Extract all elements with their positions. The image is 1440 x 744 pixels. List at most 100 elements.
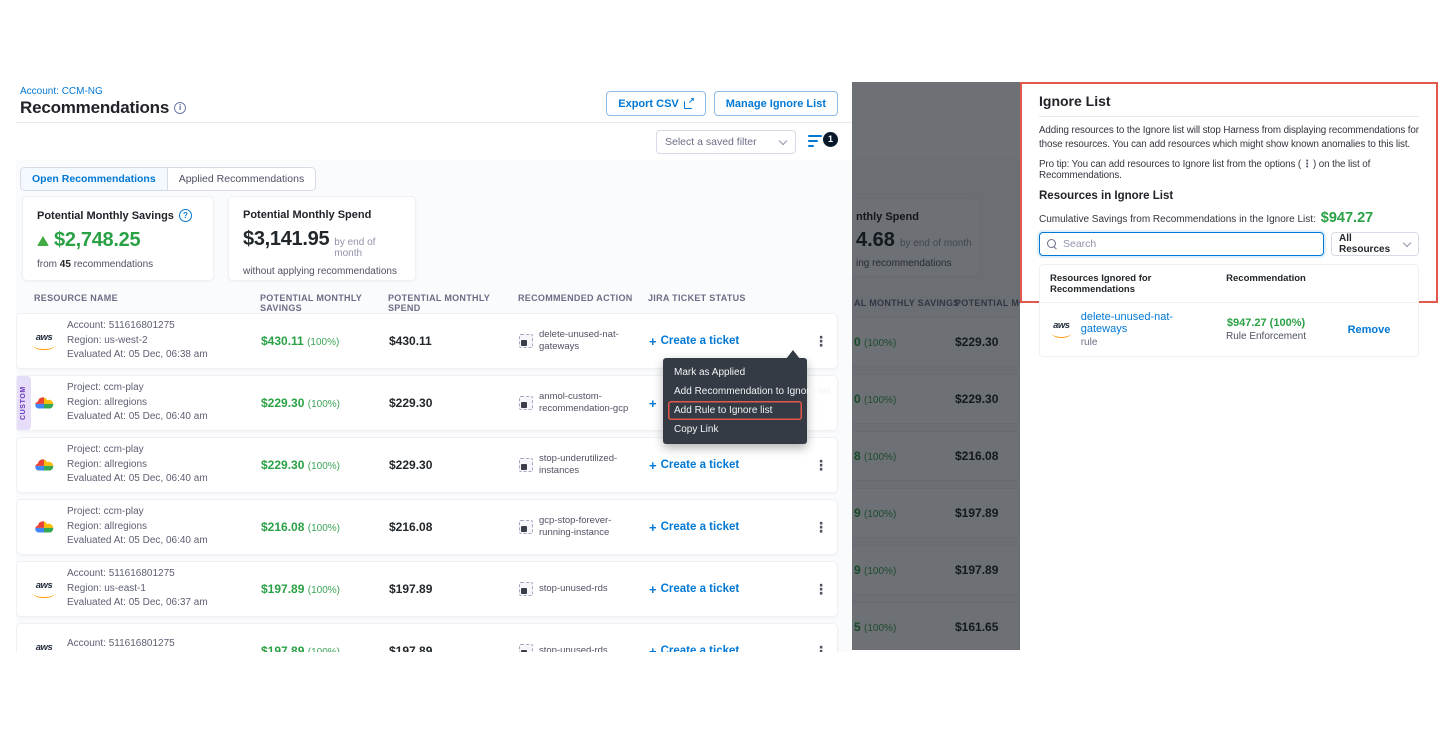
aws-icon: aws	[31, 643, 57, 653]
manage-ignore-label: Manage Ignore List	[726, 98, 826, 110]
col-jira-ticket-status: JIRA TICKET STATUS	[648, 293, 798, 313]
cumulative-savings-label: Cumulative Savings from Recommendations …	[1039, 214, 1316, 225]
row-menu-button[interactable]: ⋮	[799, 519, 843, 536]
col-potential-monthly-savings: POTENTIAL MONTHLY SAVINGS	[260, 293, 388, 313]
table-row[interactable]: aws Account: 511616801275 Region: us-wes…	[16, 623, 838, 652]
rule-icon	[519, 582, 533, 596]
rule-icon	[519, 334, 533, 348]
manage-ignore-list-button[interactable]: Manage Ignore List	[714, 91, 838, 116]
menu-item-copy-link[interactable]: Copy Link	[668, 420, 802, 439]
page-title: Recommendations	[20, 98, 169, 118]
create-ticket-link[interactable]: +Create a ticket	[649, 644, 799, 653]
resource-filter-select[interactable]: All Resources	[1331, 232, 1419, 256]
chevron-down-icon	[779, 138, 787, 146]
filter-lines-icon	[808, 135, 822, 137]
help-icon[interactable]: ?	[179, 209, 192, 222]
create-ticket-link[interactable]: +Create a ticket	[649, 520, 799, 535]
row-menu-button[interactable]: ⋮	[799, 333, 843, 350]
recommended-action: delete-unused-nat-gateways	[539, 329, 639, 353]
create-ticket-link[interactable]: +Create a ticket	[649, 458, 799, 473]
potential-monthly-spend-card: Potential Monthly Spend $3,141.95 by end…	[228, 196, 416, 281]
plus-icon: +	[649, 582, 657, 597]
savings-value: $229.30 (100%)	[261, 458, 389, 472]
rule-icon	[519, 644, 533, 652]
table-row[interactable]: Project: ccm-play Region: allregions Eva…	[16, 499, 838, 555]
recommended-action: stop-underutilized-instances	[539, 453, 639, 477]
cumulative-savings-value: $947.27	[1321, 210, 1373, 226]
row-menu-button[interactable]: ⋮	[799, 581, 843, 598]
spend-subtitle: without applying recommendations	[243, 266, 401, 277]
tab-open-recommendations[interactable]: Open Recommendations	[21, 168, 168, 190]
savings-value: $430.11 (100%)	[261, 334, 389, 348]
col-recommended-action: RECOMMENDED ACTION	[518, 293, 648, 313]
resource-details: Project: ccm-play Region: allregions Eva…	[67, 443, 208, 487]
context-menu-arrow	[786, 350, 800, 359]
col-resource-name: RESOURCE NAME	[20, 293, 260, 313]
ignore-list-panel: Ignore List Adding resources to the Igno…	[1020, 82, 1438, 303]
create-ticket-link[interactable]: +Create a ticket	[649, 582, 799, 597]
menu-item-add-recommendation-to-ignore-list[interactable]: Add Recommendation to Ignore list	[668, 382, 802, 401]
rule-icon	[519, 396, 533, 410]
col-recommendation: Recommendation	[1202, 273, 1330, 295]
table-row[interactable]: Project: ccm-play Region: allregions Eva…	[16, 437, 838, 493]
menu-item-mark-as-applied[interactable]: Mark as Applied	[668, 363, 802, 382]
row-menu-button[interactable]: ⋮	[799, 457, 843, 474]
savings-value: $197.89 (100%)	[261, 582, 389, 596]
resource-filter-value: All Resources	[1339, 233, 1403, 255]
row-menu-button[interactable]: ⋮	[799, 643, 843, 653]
recommended-action: stop-unused-rds	[539, 645, 608, 652]
filter-count-badge: 1	[823, 132, 838, 147]
modal-backdrop[interactable]	[852, 82, 1020, 650]
savings-subtitle: from 45 recommendations	[37, 259, 199, 270]
export-csv-label: Export CSV	[618, 98, 679, 110]
col-resources-ignored: Resources Ignored for Recommendations	[1050, 273, 1202, 295]
savings-value: $197.89 (100%)	[261, 644, 389, 652]
ignore-list-search[interactable]	[1039, 232, 1324, 256]
gcp-icon	[34, 396, 54, 411]
plus-icon: +	[649, 334, 657, 349]
search-icon	[1047, 239, 1058, 250]
ignored-resource-link[interactable]: delete-unused-nat-gateways	[1081, 311, 1202, 335]
panel-title: Ignore List	[1039, 93, 1419, 109]
aws-icon: aws	[31, 581, 57, 598]
info-icon[interactable]: i	[174, 102, 186, 114]
savings-value: $229.30 (100%)	[261, 396, 389, 410]
savings-card-title: Potential Monthly Savings	[37, 210, 174, 222]
table-row[interactable]: aws Account: 511616801275 Region: us-eas…	[16, 561, 838, 617]
chevron-down-icon	[1403, 240, 1411, 248]
ignored-savings-value: $947.27 (100%)	[1202, 317, 1330, 329]
recommended-action: stop-unused-rds	[539, 583, 608, 595]
spend-value: $229.30	[389, 458, 519, 472]
tab-applied-recommendations[interactable]: Applied Recommendations	[168, 168, 316, 190]
aws-icon: aws	[31, 333, 57, 350]
ignore-list-row: aws delete-unused-nat-gateways rule $947…	[1040, 303, 1418, 356]
ignore-list-table: Resources Ignored for Recommendations Re…	[1039, 264, 1419, 357]
external-link-icon	[684, 99, 694, 109]
create-ticket-link[interactable]: +Create a ticket	[649, 334, 799, 349]
spend-value: $216.08	[389, 520, 519, 534]
saved-filter-select[interactable]: Select a saved filter	[656, 130, 796, 154]
plus-icon: +	[649, 458, 657, 473]
resource-details: Account: 511616801275 Region: us-west-2 …	[67, 319, 208, 363]
filter-panel-button[interactable]: 1	[808, 132, 838, 152]
plus-icon: +	[649, 520, 657, 535]
spend-amount-suffix: by end of month	[334, 237, 401, 259]
export-csv-button[interactable]: Export CSV	[606, 91, 706, 116]
gcp-icon	[34, 520, 54, 535]
menu-item-add-rule-to-ignore-list[interactable]: Add Rule to Ignore list	[668, 401, 802, 420]
search-input[interactable]	[1063, 238, 1316, 250]
recommendations-tabs: Open Recommendations Applied Recommendat…	[20, 167, 316, 191]
rule-icon	[519, 458, 533, 472]
pro-tip: Pro tip: You can add resources to Ignore…	[1039, 159, 1419, 181]
spend-value: $197.89	[389, 582, 519, 596]
potential-monthly-savings-card: Potential Monthly Savings ? $2,748.25 fr…	[22, 196, 214, 281]
recommendations-page: Account: CCM-NG Recommendations i Export…	[16, 85, 852, 652]
spend-value: $197.89	[389, 644, 519, 652]
kebab-icon: ⋮	[1301, 159, 1313, 170]
remove-button[interactable]: Remove	[1330, 324, 1408, 336]
breadcrumb[interactable]: Account: CCM-NG	[20, 86, 103, 97]
plus-icon: +	[649, 644, 657, 653]
resources-in-ignore-list-title: Resources in Ignore List	[1039, 190, 1419, 202]
rule-icon	[519, 520, 533, 534]
recommended-action: gcp-stop-forever-running-instance	[539, 515, 639, 539]
